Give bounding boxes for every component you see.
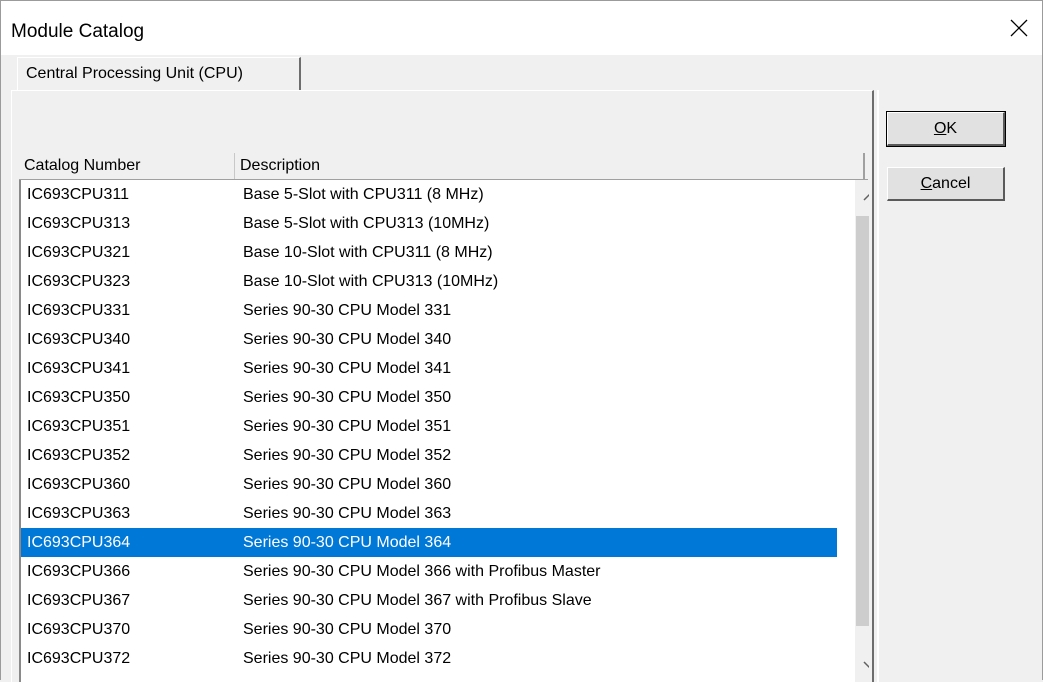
tab-label: Central Processing Unit (CPU) — [26, 65, 243, 82]
description-cell: Base 5-Slot with CPU313 (10MHz) — [243, 215, 490, 232]
panel-divider — [877, 90, 879, 682]
list-row[interactable]: IC693CPU372 Series 90-30 CPU Model 372 — [21, 644, 837, 673]
list-row[interactable]: IC693CPU364 Series 90-30 CPU Model 364 — [21, 528, 837, 557]
vertical-scrollbar[interactable] — [855, 180, 869, 682]
ok-label-rest: K — [946, 120, 958, 137]
description-cell: Series 90-30 CPU Model 331 — [243, 302, 452, 319]
catalog-number-cell: IC693CPU341 — [27, 360, 131, 377]
list-row[interactable]: IC693CPU323 Base 10-Slot with CPU313 (10M… — [21, 267, 837, 296]
list-row[interactable]: IC693CPU340 Series 90-30 CPU Model 340 — [21, 325, 837, 354]
list-row[interactable]: IC693CPU366 Series 90-30 CPU Model 366 wi… — [21, 557, 837, 586]
catalog-number-cell: IC693CPU350 — [27, 389, 131, 406]
description-cell: Series 90-30 CPU Model 370 — [243, 621, 452, 638]
description-cell: Series 90-30 CPU Model 367 with Profibus… — [243, 592, 592, 609]
description-cell: Base 5-Slot with CPU311 (8 MHz) — [243, 186, 484, 203]
list-row[interactable]: IC693CPU351 Series 90-30 CPU Model 351 — [21, 412, 837, 441]
catalog-number-cell: IC693CPU331 — [27, 302, 131, 319]
cancel-label-rest: ancel — [932, 175, 971, 192]
list-row[interactable]: IC693CPU341 Series 90-30 CPU Model 341 — [21, 354, 837, 383]
catalog-number-cell: IC693CPU323 — [27, 273, 131, 290]
catalog-number-cell: IC693CPU372 — [27, 650, 131, 667]
catalog-number-cell: IC693CPU352 — [27, 447, 131, 464]
list-row[interactable]: IC693CPU311 Base 5-Slot with CPU311 (8 MH… — [21, 180, 837, 209]
description-cell: Series 90-30 CPU Model 351 — [243, 418, 452, 435]
catalog-number-cell: IC693CPU370 — [27, 621, 131, 638]
scroll-down-button[interactable] — [855, 648, 869, 682]
catalog-number-cell: IC693CPU364 — [27, 534, 131, 551]
list-row[interactable]: IC693CPU331 Series 90-30 CPU Model 331 — [21, 296, 837, 325]
catalog-number-cell: IC693CPU313 — [27, 215, 131, 232]
scroll-thumb[interactable] — [856, 216, 869, 626]
description-cell: Series 90-30 CPU Model 372 — [243, 650, 452, 667]
catalog-number-cell: IC693CPU360 — [27, 476, 131, 493]
list-row[interactable]: IC693CPU350 Series 90-30 CPU Model 350 — [21, 383, 837, 412]
description-cell: Series 90-30 CPU Model 366 with Profibus… — [243, 563, 601, 580]
description-cell: Series 90-30 CPU Model 340 — [243, 331, 452, 348]
title-bar: Module Catalog — [1, 1, 1042, 55]
chevron-up-icon — [863, 193, 869, 201]
catalog-number-cell: IC693CPU311 — [27, 186, 129, 203]
catalog-list[interactable]: IC693CPU372 Series 90-30 CPU Model 372 IC6… — [19, 180, 869, 682]
chevron-down-icon — [863, 661, 869, 669]
catalog-number-cell: IC693CPU340 — [27, 331, 131, 348]
description-cell: Series 90-30 CPU Model 341 — [243, 360, 452, 377]
cancel-mnemonic: C — [920, 175, 933, 192]
list-header: Catalog Number Description — [19, 153, 868, 180]
list-row[interactable]: IC693CPU313 Base 5-Slot with CPU313 (10MH… — [21, 209, 837, 238]
ok-button[interactable]: OK — [886, 111, 1006, 147]
list-row[interactable]: IC693CPU321 Base 10-Slot with CPU311 (8 M… — [21, 238, 837, 267]
description-cell: Base 10-Slot with CPU313 (10MHz) — [243, 273, 499, 290]
catalog-number-cell: IC693CPU366 — [27, 563, 131, 580]
catalog-number-cell: IC693CPU363 — [27, 505, 131, 522]
description-cell: Series 90-30 CPU Model 352 — [243, 447, 452, 464]
catalog-number-cell: IC693CPU367 — [27, 592, 131, 609]
column-header-catalog-number[interactable]: Catalog Number — [19, 153, 235, 179]
description-cell: Base 10-Slot with CPU311 (8 MHz) — [243, 244, 493, 261]
close-icon — [1010, 19, 1028, 37]
module-catalog-dialog: Module Catalog Central Processing Unit (… — [0, 0, 1043, 682]
description-cell: Series 90-30 CPU Model 363 — [243, 505, 452, 522]
list-row[interactable]: IC693CPU367 Series 90-30 CPU Model 367 wi… — [21, 586, 837, 615]
list-row[interactable]: IC693CPU352 Series 90-30 CPU Model 352 — [21, 441, 837, 470]
description-cell: Series 90-30 CPU Model 364 — [243, 534, 452, 551]
list-row[interactable]: IC693CPU360 Series 90-30 CPU Model 360 — [21, 470, 837, 499]
cancel-button[interactable]: Cancel — [887, 167, 1005, 201]
window-title: Module Catalog — [11, 21, 145, 42]
list-row[interactable]: IC693CPU370 Series 90-30 CPU Model 370 — [21, 615, 837, 644]
ok-mnemonic: O — [933, 120, 947, 137]
list-row[interactable]: IC693CPU363 Series 90-30 CPU Model 363 — [21, 499, 837, 528]
column-header-description[interactable]: Description — [235, 153, 865, 179]
description-cell: Series 90-30 CPU Model 350 — [243, 389, 452, 406]
catalog-number-cell: IC693CPU321 — [27, 244, 131, 261]
close-button[interactable] — [996, 1, 1042, 55]
description-cell: Series 90-30 CPU Model 360 — [243, 476, 452, 493]
scroll-up-button[interactable] — [855, 180, 869, 214]
tab-cpu[interactable]: Central Processing Unit (CPU) — [17, 57, 301, 91]
catalog-number-cell: IC693CPU351 — [27, 418, 131, 435]
